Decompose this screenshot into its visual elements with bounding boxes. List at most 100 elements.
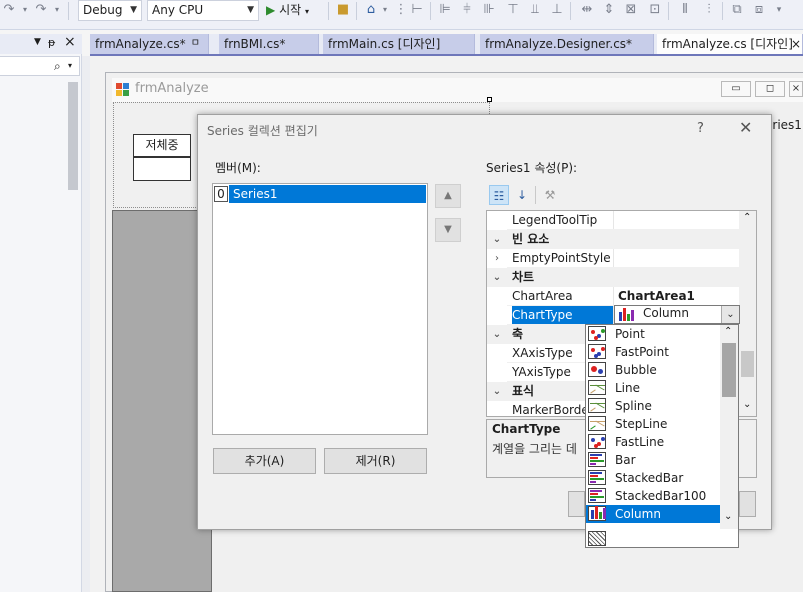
close-button[interactable]: ✕: [739, 118, 752, 137]
stackedbar-chart-icon: [588, 470, 606, 485]
chevron-down-icon[interactable]: ⌄: [724, 511, 732, 522]
panel-search-input[interactable]: ⌕ ▾: [0, 56, 80, 76]
collapse-icon[interactable]: ⌄: [487, 382, 507, 401]
horizontal-spacing-icon[interactable]: ⫴: [678, 3, 692, 17]
member-item-series1[interactable]: Series1: [229, 185, 426, 203]
weight-label[interactable]: 저체중: [133, 134, 191, 157]
align-bottoms-icon[interactable]: ⊥: [550, 3, 564, 17]
panel-splitter[interactable]: [82, 56, 90, 592]
charttype-option[interactable]: Column: [586, 505, 720, 523]
members-listbox[interactable]: [212, 183, 428, 435]
charttype-option[interactable]: StepLine: [586, 415, 720, 433]
chevron-down-icon[interactable]: ⌄: [743, 399, 751, 410]
property-value[interactable]: [615, 249, 740, 268]
property-row[interactable]: ChartArea ChartArea1: [487, 287, 740, 306]
pin-icon[interactable]: ㅁ: [191, 34, 200, 54]
close-icon[interactable]: ×: [789, 81, 803, 97]
tab-frmmain-design[interactable]: frmMain.cs [디자인]: [323, 34, 475, 54]
weight-textbox[interactable]: [133, 157, 191, 181]
home-icon[interactable]: ⌂: [364, 3, 378, 17]
tab-frmanalyze-design[interactable]: frmAnalyze.cs [디자인] ×: [657, 34, 803, 54]
tab-frnbmi-cs[interactable]: frnBMI.cs*: [219, 34, 319, 54]
charttype-option[interactable]: Bar: [586, 451, 720, 469]
close-icon[interactable]: ×: [791, 34, 801, 54]
resize-handle[interactable]: [487, 97, 492, 102]
close-icon[interactable]: ×: [64, 34, 76, 50]
align-lefts-icon[interactable]: ⊫: [438, 3, 452, 17]
categorized-view-icon[interactable]: ☷: [489, 185, 509, 205]
make-same-height-icon[interactable]: ⇕: [602, 3, 616, 17]
column-chart-icon: [617, 307, 635, 322]
chevron-down-icon[interactable]: ▼: [34, 37, 41, 47]
align-centers-icon[interactable]: ⫩: [460, 3, 474, 17]
charttype-option-label: StackedBar100: [615, 489, 707, 503]
property-category[interactable]: ⌄ 차트: [487, 268, 740, 287]
minimize-icon[interactable]: ▭: [721, 81, 751, 97]
collapse-icon[interactable]: ⌄: [487, 268, 507, 287]
charttype-option[interactable]: FastPoint: [586, 343, 720, 361]
tab-frmanalyze-cs[interactable]: frmAnalyze.cs* ㅁ: [90, 34, 209, 54]
chevron-up-icon[interactable]: ⌃: [743, 212, 751, 223]
tab-frmanalyze-designer-cs[interactable]: frmAnalyze.Designer.cs*: [480, 34, 654, 54]
configuration-dropdown[interactable]: Debug ▼: [78, 0, 142, 21]
make-same-width-icon[interactable]: ⇹: [580, 3, 594, 17]
charttype-option[interactable]: StackedBar100: [586, 487, 720, 505]
chevron-up-icon[interactable]: ⌃: [724, 326, 732, 337]
panel-scrollbar-thumb[interactable]: [68, 82, 78, 190]
property-category[interactable]: ⌄ 빈 요소: [487, 230, 740, 249]
align-rights-icon[interactable]: ⊪: [482, 3, 496, 17]
wrench-icon[interactable]: ⚒: [540, 185, 560, 205]
cancel-button-partial[interactable]: [739, 491, 756, 517]
align-left-icon[interactable]: ⊢: [410, 3, 424, 17]
chevron-down-icon[interactable]: ▾: [378, 3, 392, 17]
charttype-option[interactable]: FastLine: [586, 433, 720, 451]
chevron-down-icon[interactable]: ▾: [50, 3, 64, 17]
chevron-down-icon[interactable]: ⌄: [721, 306, 739, 323]
column-divider: [613, 211, 614, 230]
alphabetical-sort-icon[interactable]: ↓: [512, 185, 532, 205]
property-grid-scrollbar[interactable]: ⌃ ⌄: [739, 211, 756, 416]
folder-icon[interactable]: ■: [336, 3, 350, 17]
redo-icon[interactable]: ↷: [2, 3, 16, 17]
charttype-option[interactable]: Point: [586, 325, 720, 343]
maximize-icon[interactable]: ◻: [755, 81, 785, 97]
dropdown-scrollbar-thumb[interactable]: [722, 343, 736, 397]
remove-button[interactable]: 제거(R): [324, 448, 427, 474]
align-middles-icon[interactable]: ⫫: [528, 3, 542, 17]
expand-icon[interactable]: ›: [487, 249, 507, 268]
pin-icon[interactable]: ᵽ: [48, 36, 55, 49]
arrow-up-icon: ▲: [444, 190, 452, 201]
fastpoint-chart-icon: [588, 344, 606, 359]
platform-dropdown[interactable]: Any CPU ▼: [147, 0, 259, 21]
add-button[interactable]: 추가(A): [213, 448, 316, 474]
property-value[interactable]: ChartArea1: [615, 287, 740, 306]
align-grid-icon[interactable]: ⋮: [394, 3, 408, 17]
make-same-size-icon[interactable]: ⊠: [624, 3, 638, 17]
charttype-option[interactable]: StackedBar: [586, 469, 720, 487]
dropdown-next-item[interactable]: [586, 530, 738, 547]
collapse-icon[interactable]: ⌄: [487, 230, 507, 249]
ok-button-partial[interactable]: [568, 491, 585, 517]
charttype-option[interactable]: Spline: [586, 397, 720, 415]
property-row[interactable]: › EmptyPointStyle: [487, 249, 740, 268]
column-divider: [613, 287, 614, 306]
size-to-grid-icon[interactable]: ⊡: [648, 3, 662, 17]
vertical-spacing-icon[interactable]: ⫶: [702, 3, 716, 17]
charttype-option[interactable]: Line: [586, 379, 720, 397]
property-value[interactable]: [615, 211, 740, 230]
chevron-down-icon[interactable]: ▾: [68, 61, 72, 70]
bring-to-front-icon[interactable]: ⧉: [730, 3, 744, 17]
scrollbar-thumb[interactable]: [741, 351, 754, 377]
help-button[interactable]: ?: [697, 121, 704, 136]
collapse-icon[interactable]: ⌄: [487, 325, 507, 344]
move-down-button[interactable]: ▼: [435, 218, 461, 242]
redo-icon[interactable]: ↷: [34, 3, 48, 17]
property-row[interactable]: LegendToolTip: [487, 211, 740, 230]
charttype-option[interactable]: Bubble: [586, 361, 720, 379]
toolbar-overflow-icon[interactable]: ▾: [772, 3, 786, 17]
send-to-back-icon[interactable]: ⧈: [752, 3, 766, 17]
move-up-button[interactable]: ▲: [435, 184, 461, 208]
align-tops-icon[interactable]: ⊤: [506, 3, 520, 17]
start-button[interactable]: ▶ 시작 ▾: [266, 2, 309, 20]
chevron-down-icon[interactable]: ▾: [18, 3, 32, 17]
